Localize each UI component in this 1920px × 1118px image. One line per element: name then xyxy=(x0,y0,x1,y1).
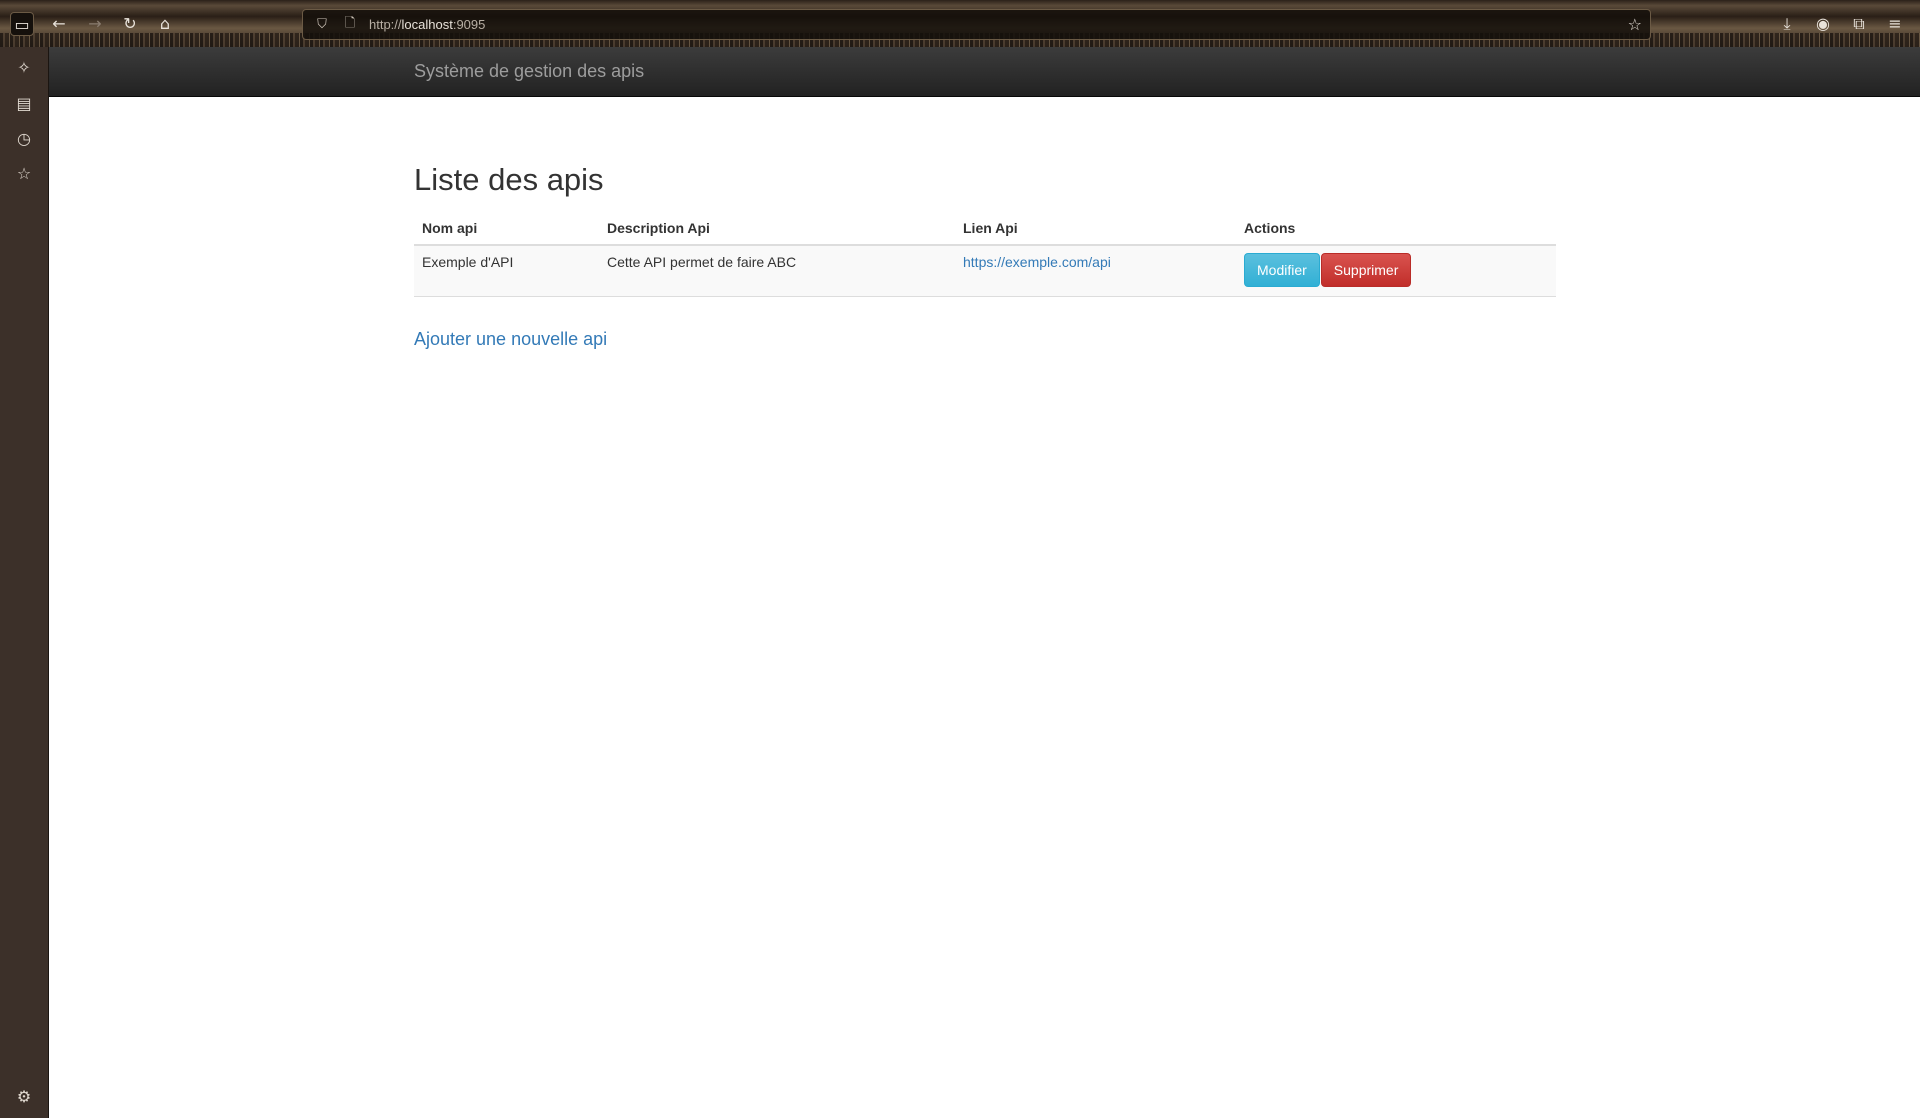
browser-sidebar: ✧ ▤ ◷ ☆ ⚙ xyxy=(0,47,49,1118)
sidebar-icon[interactable]: ▭ xyxy=(10,12,34,36)
arrow-right-icon[interactable]: → xyxy=(83,12,107,36)
column-header-link: Lien Api xyxy=(955,211,1236,246)
page-icon: 🗋 xyxy=(344,15,356,31)
bookmarks-star-icon[interactable]: ☆ xyxy=(12,162,36,186)
settings-gear-icon[interactable]: ⚙ xyxy=(12,1085,36,1109)
history-icon[interactable]: ◷ xyxy=(12,127,36,151)
api-actions-cell: Modifier Supprimer xyxy=(1236,245,1556,297)
table-row: Exemple d'API Cette API permet de faire … xyxy=(414,245,1556,297)
star-icon[interactable]: ☆ xyxy=(1628,15,1642,34)
sync-tabs-icon[interactable]: ▤ xyxy=(12,92,36,116)
url-text[interactable]: http://localhost:9095 xyxy=(369,17,485,32)
ai-sparkle-icon[interactable]: ✧ xyxy=(12,56,36,80)
delete-button[interactable]: Supprimer xyxy=(1320,253,1412,287)
main-content: Liste des apis Nom api Description Api L… xyxy=(414,162,1556,350)
web-page: Système de gestion des apis Liste des ap… xyxy=(49,47,1920,1118)
puzzle-icon[interactable]: ⧉ xyxy=(1847,12,1871,36)
column-header-description: Description Api xyxy=(599,211,955,246)
modify-button[interactable]: Modifier xyxy=(1244,253,1320,287)
column-header-actions: Actions xyxy=(1236,211,1556,246)
add-api-link[interactable]: Ajouter une nouvelle api xyxy=(414,329,607,350)
api-table: Nom api Description Api Lien Api Actions… xyxy=(414,211,1556,297)
navbar-brand[interactable]: Système de gestion des apis xyxy=(414,61,644,82)
column-header-name: Nom api xyxy=(414,211,599,246)
url-bar[interactable]: ⛉ 🗋 http://localhost:9095 ☆ xyxy=(302,9,1651,40)
home-icon[interactable]: ⌂ xyxy=(153,12,177,36)
reload-icon[interactable]: ↻ xyxy=(118,12,142,36)
download-icon[interactable]: ⤓ xyxy=(1775,12,1799,36)
api-link-cell: https://exemple.com/api xyxy=(955,245,1236,297)
shield-icon[interactable]: ⛉ xyxy=(313,17,331,32)
api-description-cell: Cette API permet de faire ABC xyxy=(599,245,955,297)
top-navbar: Système de gestion des apis xyxy=(49,47,1920,97)
api-link[interactable]: https://exemple.com/api xyxy=(963,254,1111,270)
api-name-cell: Exemple d'API xyxy=(414,245,599,297)
account-icon[interactable]: ◉ xyxy=(1811,12,1835,36)
hamburger-menu-icon[interactable]: ≡ xyxy=(1883,12,1907,36)
browser-toolbar: ▭ ← → ↻ ⌂ ⛉ 🗋 http://localhost:9095 ☆ ⤓ … xyxy=(0,0,1920,47)
table-header-row: Nom api Description Api Lien Api Actions xyxy=(414,211,1556,246)
arrow-left-icon[interactable]: ← xyxy=(47,12,71,36)
page-title: Liste des apis xyxy=(414,162,604,197)
